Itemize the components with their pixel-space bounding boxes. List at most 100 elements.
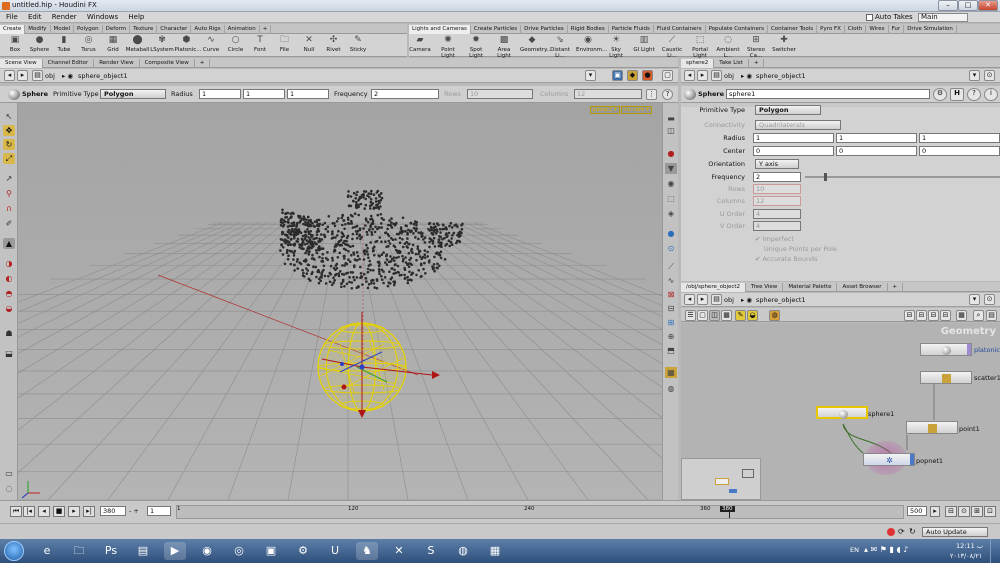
network-overview[interactable] [681, 458, 761, 500]
point-display-icon[interactable]: ◉ [665, 178, 677, 189]
forward-icon[interactable]: ▸ [697, 294, 708, 305]
shelf-tab-right-4[interactable]: Particle Fluids [609, 25, 654, 34]
camera-tool-icon[interactable]: ◐ [3, 273, 15, 284]
grid-icon[interactable]: ⊟ [665, 303, 677, 314]
taskbar-app-10[interactable]: ♞ [356, 542, 378, 560]
snap-icon[interactable]: ◆ [627, 70, 638, 81]
wire-icon[interactable]: ⬚ [665, 193, 677, 204]
opbar-menu-icon[interactable]: ⋮ [646, 89, 657, 100]
taskbar-app-3[interactable]: ▤ [132, 542, 154, 560]
back-icon[interactable]: ◂ [684, 294, 695, 305]
render-tool-icon[interactable]: ◓ [3, 288, 15, 299]
radius-z[interactable]: 1 [919, 133, 1000, 143]
right-tool-1[interactable]: ✺ Point Light [436, 35, 460, 59]
error-icon[interactable] [887, 528, 895, 536]
tree-icon[interactable]: ⊟ [940, 310, 951, 321]
back-icon[interactable]: ◂ [4, 70, 15, 81]
view-tool-icon[interactable]: ▲ [3, 238, 15, 249]
play-reverse-icon[interactable]: ◂ [38, 506, 50, 517]
op-radius-y[interactable]: 1 [243, 89, 285, 99]
path-dropdown-icon[interactable]: ▾ [969, 294, 980, 305]
frequency-field[interactable]: 2 [753, 172, 801, 182]
update-icon[interactable]: ⟳ [898, 527, 905, 536]
taskbar-app-0[interactable]: e [36, 542, 58, 560]
tab-asset-browser[interactable]: Asset Browser [837, 283, 888, 292]
range-icon[interactable]: ▸ [930, 506, 940, 517]
color-icon[interactable]: ◒ [747, 310, 758, 321]
right-tool-8[interactable]: ▥ GI Light [632, 35, 656, 53]
shelf-tab-3[interactable]: Polygon [74, 25, 103, 34]
path-level[interactable]: obj [724, 71, 734, 81]
info-icon[interactable]: i [984, 88, 998, 101]
ortho-icon[interactable]: ⬒ [665, 345, 677, 356]
grid-view-icon[interactable]: ▦ [721, 310, 732, 321]
current-frame-field[interactable]: 380 [100, 506, 126, 516]
tab-scene-view[interactable]: Scene View [0, 59, 43, 68]
taskbar-app-5[interactable]: ◉ [196, 542, 218, 560]
layout-icon[interactable]: ◫ [709, 310, 720, 321]
op-primitive-type-select[interactable]: Polygon [100, 89, 166, 99]
display-menu[interactable]: no cam ▾ [621, 106, 652, 114]
options-icon[interactable]: ▤ [986, 310, 997, 321]
add-tab-icon[interactable]: + [888, 283, 904, 292]
wire-style-icon[interactable]: ⊟ [916, 310, 927, 321]
path-node[interactable]: sphere_object1 [78, 71, 128, 81]
play-icon[interactable]: ▸ [68, 506, 80, 517]
node-sphere1[interactable] [816, 406, 868, 419]
toggle-icon[interactable]: ◌ [3, 483, 15, 494]
pane-icon[interactable]: ▢ [662, 70, 673, 81]
tray-icons[interactable]: ▴ ✉ ⚑ ▮ ◖ ♪ [864, 545, 908, 554]
taskbar-app-12[interactable]: S [420, 542, 442, 560]
node-popnet1[interactable]: ✲ [863, 453, 915, 466]
tab-render-view[interactable]: Render View [94, 59, 140, 68]
scale-icon[interactable]: ⤢ [3, 153, 15, 164]
frame-icon[interactable]: ▢ [697, 310, 708, 321]
desktop-select[interactable]: Main [918, 13, 968, 22]
left-tool-1[interactable]: ● Sphere [28, 35, 52, 53]
tab-channel-editor[interactable]: Channel Editor [43, 59, 95, 68]
auto-takes-toggle[interactable]: Auto Takes [866, 13, 913, 21]
right-tool-10[interactable]: ⬚ Portal Light [688, 35, 712, 59]
ghost-icon[interactable]: ◫ [665, 125, 677, 136]
taskbar-app-4[interactable]: ▶ [164, 542, 186, 560]
shelf-tab-right-9[interactable]: Cloth [845, 25, 867, 34]
left-tool-7[interactable]: ⬢ Platonic... [175, 35, 202, 53]
shading-tool-icon[interactable]: ◒ [3, 303, 15, 314]
taskbar-app-9[interactable]: U [324, 542, 346, 560]
timeline-ruler[interactable]: 1 120 240 360 380 [176, 505, 904, 519]
node-platonic1[interactable] [920, 343, 972, 356]
path-node[interactable]: sphere_object1 [756, 295, 806, 305]
add-shelf-tab-icon[interactable]: + [260, 25, 272, 34]
back-icon[interactable]: ◂ [684, 70, 695, 81]
menu-windows[interactable]: Windows [87, 12, 118, 23]
radius-y[interactable]: 1 [836, 133, 917, 143]
maximize-button[interactable]: □ [958, 0, 978, 11]
orientation-select[interactable]: Y axis [755, 159, 799, 169]
refresh-icon[interactable]: ↻ [909, 527, 916, 536]
node-scatter1[interactable] [920, 371, 972, 384]
right-tool-6[interactable]: ◉ Environm... [576, 35, 607, 53]
unique-points-label[interactable]: Unique Points per Pole [764, 244, 837, 254]
start-frame-field[interactable]: 1 [147, 506, 171, 516]
taskbar-app-7[interactable]: ▣ [260, 542, 282, 560]
brush-icon[interactable]: ✐ [3, 218, 15, 229]
close-button[interactable]: ✕ [978, 0, 998, 11]
taskbar-app-6[interactable]: ◎ [228, 542, 250, 560]
shelf-tab-right-3[interactable]: Rigid Bodies [568, 25, 609, 34]
list-icon[interactable]: ☰ [685, 310, 696, 321]
light-icon[interactable]: ◍ [665, 383, 677, 394]
right-tool-13[interactable]: ✚ Switcher [772, 35, 796, 53]
select-icon[interactable]: ↖ [3, 111, 15, 122]
snap-grid-icon[interactable]: ▦ [665, 367, 677, 378]
stop-icon[interactable]: ■ [53, 506, 65, 517]
path-level[interactable]: obj [724, 295, 734, 305]
render-icon[interactable]: ● [642, 70, 653, 81]
clock-time[interactable]: 12:11 ب [956, 542, 983, 550]
center-x[interactable]: 0 [753, 146, 834, 156]
end-frame-field[interactable]: 500 [907, 506, 927, 516]
subnet-icon[interactable]: ◍ [769, 310, 780, 321]
frequency-slider-track[interactable] [805, 176, 1000, 178]
shelf-tab-2[interactable]: Model [51, 25, 75, 34]
shelf-tab-right-12[interactable]: Drive Simulation [904, 25, 957, 34]
taskbar-app-2[interactable]: Ps [100, 542, 122, 560]
